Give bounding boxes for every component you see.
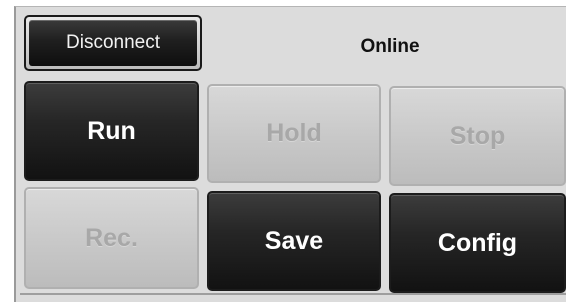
disconnect-button-label: Disconnect (29, 20, 197, 66)
rec-button[interactable]: Rec. (24, 187, 199, 289)
run-button[interactable]: Run (24, 81, 199, 181)
config-button[interactable]: Config (389, 193, 566, 293)
hold-button[interactable]: Hold (207, 84, 381, 183)
stop-button[interactable]: Stop (389, 86, 566, 186)
disconnect-button[interactable]: Disconnect (24, 15, 202, 71)
bottom-divider (20, 293, 566, 295)
save-button[interactable]: Save (207, 191, 381, 291)
connection-status: Online (360, 36, 420, 57)
